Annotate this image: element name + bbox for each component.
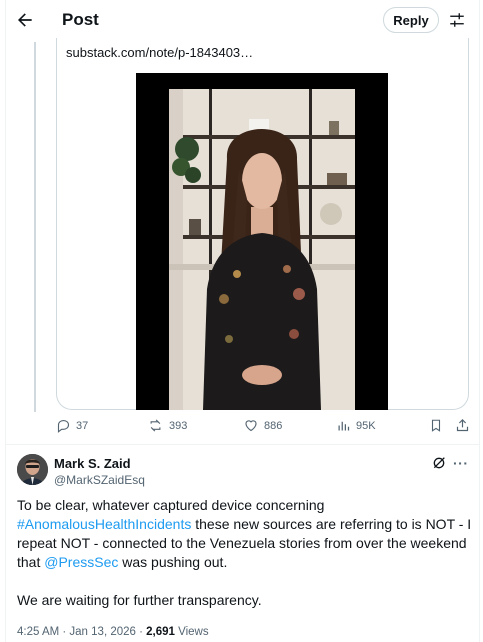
post-text-segment: To be clear, whatever captured device co… bbox=[17, 497, 325, 513]
reply-button[interactable]: Reply bbox=[383, 7, 439, 33]
post-text-segment: was pushing out. bbox=[118, 554, 228, 570]
post-paragraph: We are waiting for further transparency. bbox=[17, 592, 262, 608]
like-icon bbox=[243, 418, 259, 433]
engagement-bar: 37 393 886 95K bbox=[0, 418, 483, 438]
repost-action[interactable]: 393 bbox=[147, 418, 187, 433]
author-name[interactable]: Mark S. Zaid bbox=[54, 456, 131, 471]
views-action[interactable]: 95K bbox=[336, 418, 376, 433]
repost-count: 393 bbox=[169, 419, 188, 432]
back-arrow-icon[interactable] bbox=[13, 8, 37, 32]
avatar[interactable] bbox=[17, 454, 48, 485]
bookmark-icon[interactable] bbox=[429, 418, 443, 433]
post-meta: 4:25 AM · Jan 13, 2026 · 2,691 Views bbox=[17, 626, 209, 638]
view-count: 2,691 bbox=[146, 626, 175, 638]
share-icon[interactable] bbox=[455, 418, 470, 433]
repost-icon bbox=[147, 418, 164, 433]
tune-icon[interactable] bbox=[447, 10, 467, 30]
author-handle[interactable]: @MarkSZaidEsq bbox=[54, 473, 145, 487]
left-border bbox=[5, 0, 6, 642]
like-count: 886 bbox=[264, 419, 283, 432]
hashtag-link[interactable]: #AnomalousHealthIncidents bbox=[17, 516, 191, 532]
post-paragraph: To be clear, whatever captured device co… bbox=[17, 496, 472, 572]
mention-link[interactable]: @PressSec bbox=[44, 554, 118, 570]
grok-icon[interactable] bbox=[431, 455, 447, 476]
page-title: Post bbox=[62, 10, 99, 29]
card-link-text[interactable]: substack.com/note/p-1843403… bbox=[66, 45, 253, 60]
timestamp[interactable]: 4:25 AM · Jan 13, 2026 · bbox=[17, 626, 146, 638]
reply-count: 37 bbox=[76, 419, 89, 432]
like-action[interactable]: 886 bbox=[243, 418, 282, 433]
thread-line bbox=[34, 42, 36, 412]
section-divider bbox=[5, 444, 479, 445]
post-text: To be clear, whatever captured device co… bbox=[17, 496, 472, 610]
reply-action[interactable]: 37 bbox=[56, 418, 88, 433]
views-count: 95K bbox=[356, 419, 376, 432]
video-frame bbox=[169, 89, 355, 410]
views-label: Views bbox=[174, 626, 209, 638]
top-bar: Post Reply bbox=[0, 0, 483, 42]
right-border bbox=[479, 0, 480, 642]
more-icon[interactable]: ··· bbox=[453, 455, 469, 471]
reply-icon bbox=[56, 418, 71, 433]
views-icon bbox=[336, 418, 351, 433]
video-player[interactable] bbox=[136, 73, 388, 410]
